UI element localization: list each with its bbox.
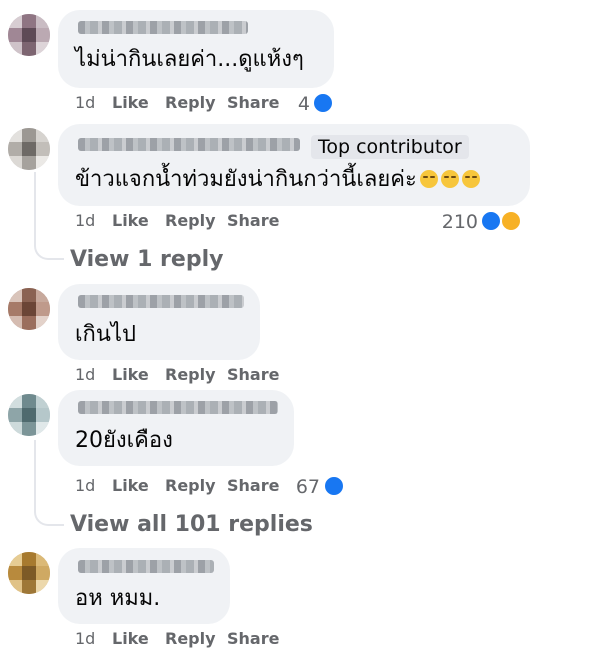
commenter-name-blurred[interactable] <box>78 21 248 34</box>
share-button[interactable]: Share <box>227 476 279 496</box>
comment-time[interactable]: 1d <box>75 211 95 231</box>
thread-connector-curve <box>34 242 64 260</box>
reply-button[interactable]: Reply <box>165 476 216 496</box>
comment-text: อห หมม. <box>75 586 161 611</box>
reaction-count[interactable]: 210 <box>430 211 478 233</box>
comment-bubble: Top contributor ข้าวแจกน้ำท่วมยังน่ากินก… <box>58 124 530 206</box>
like-icon[interactable] <box>480 210 502 232</box>
reaction-count[interactable]: 4 <box>280 93 310 115</box>
reply-button[interactable]: Reply <box>165 93 216 113</box>
avatar[interactable] <box>8 128 50 170</box>
comment-time[interactable]: 1d <box>75 93 95 113</box>
top-contributor-badge[interactable]: Top contributor <box>311 135 469 159</box>
comment-actions: 1d Like Reply Share <box>75 211 305 231</box>
commenter-name-blurred[interactable] <box>78 295 244 308</box>
share-button[interactable]: Share <box>227 211 279 231</box>
commenter-name-blurred[interactable] <box>78 138 300 151</box>
like-button[interactable]: Like <box>112 365 149 385</box>
view-replies-link[interactable]: View all 101 replies <box>70 511 313 539</box>
comment-bubble: ไม่น่ากินเลยค่า...ดูแห้งๆ <box>58 10 334 88</box>
comments-section: ไม่น่ากินเลยค่า...ดูแห้งๆ 1d Like Reply … <box>0 0 600 652</box>
like-button[interactable]: Like <box>112 211 149 231</box>
thread-connector <box>34 440 36 510</box>
commenter-name-blurred[interactable] <box>78 401 278 414</box>
comment-bubble: เกินไป <box>58 284 260 360</box>
sleepy-face-emoji <box>419 170 438 188</box>
sleepy-face-emoji <box>440 170 459 188</box>
comment-text-body: ข้าวแจกน้ำท่วมยังน่ากินกว่านี้เลยค่ะ <box>75 167 417 192</box>
comment-bubble: อห หมม. <box>58 548 230 624</box>
share-button[interactable]: Share <box>227 365 279 385</box>
avatar[interactable] <box>8 288 50 330</box>
reaction-count[interactable]: 67 <box>290 476 320 498</box>
comment-time[interactable]: 1d <box>75 629 95 649</box>
share-button[interactable]: Share <box>227 93 279 113</box>
comment-time[interactable]: 1d <box>75 365 95 385</box>
share-button[interactable]: Share <box>227 629 279 649</box>
like-icon[interactable] <box>312 92 334 114</box>
comment-actions: 1d Like Reply Share <box>75 476 305 496</box>
like-button[interactable]: Like <box>112 93 149 113</box>
comment-text: ข้าวแจกน้ำท่วมยังน่ากินกว่านี้เลยค่ะ <box>75 166 480 194</box>
reply-button[interactable]: Reply <box>165 365 216 385</box>
thread-connector-curve <box>34 508 64 526</box>
comment-text: เกินไป <box>75 322 136 347</box>
comment-time[interactable]: 1d <box>75 476 95 496</box>
reply-button[interactable]: Reply <box>165 629 216 649</box>
like-button[interactable]: Like <box>112 629 149 649</box>
avatar[interactable] <box>8 552 50 594</box>
sleepy-face-emoji <box>461 170 480 188</box>
reply-button[interactable]: Reply <box>165 211 216 231</box>
like-button[interactable]: Like <box>112 476 149 496</box>
view-replies-link[interactable]: View 1 reply <box>70 246 223 274</box>
comment-actions: 1d Like Reply Share <box>75 629 305 649</box>
commenter-name-blurred[interactable] <box>78 560 214 573</box>
avatar[interactable] <box>8 394 50 436</box>
comment-bubble: 20ยังเคือง <box>58 390 294 466</box>
comment-actions: 1d Like Reply Share <box>75 365 305 385</box>
avatar[interactable] <box>8 14 50 56</box>
comment-text: 20ยังเคือง <box>75 428 173 453</box>
comment-text: ไม่น่ากินเลยค่า...ดูแห้งๆ <box>75 47 304 72</box>
thread-connector <box>34 172 36 244</box>
like-icon[interactable] <box>323 475 345 497</box>
comment-actions: 1d Like Reply Share <box>75 93 305 113</box>
haha-icon[interactable] <box>500 210 522 232</box>
